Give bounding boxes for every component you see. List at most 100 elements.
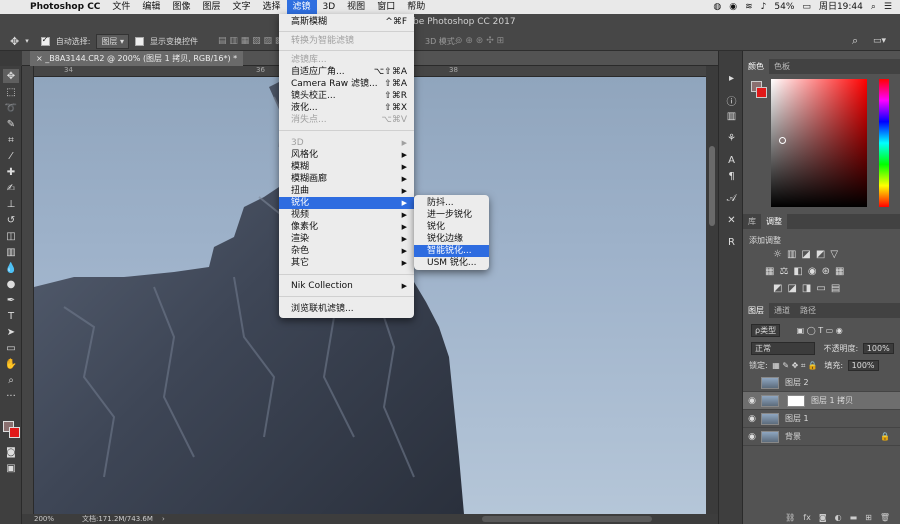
history-brush-tool-icon[interactable]: ↺ — [3, 213, 19, 227]
move-tool-icon[interactable]: ✥ — [3, 69, 19, 83]
rectangle-tool-icon[interactable]: ▭ — [3, 341, 19, 355]
layer-row[interactable]: ◉ 背景 🔒 — [743, 428, 900, 446]
menu-item-camera-raw[interactable]: Camera Raw 滤镜... ⇧⌘A — [279, 78, 414, 90]
color-field[interactable] — [771, 79, 867, 207]
menu-3d[interactable]: 3D — [317, 0, 342, 14]
fill-input[interactable]: 100% — [847, 360, 879, 371]
actions-panel-icon[interactable]: R — [724, 235, 739, 249]
submenu-item-sharpen-edges[interactable]: 锐化边缘 — [414, 233, 489, 245]
menu-item-distort[interactable]: 扭曲 ▶ — [279, 185, 414, 197]
pen-tool-icon[interactable]: ✒ — [3, 293, 19, 307]
opacity-input[interactable]: 100% — [862, 343, 894, 354]
folder-icon[interactable]: ▬ — [850, 513, 858, 522]
eyedropper-tool-icon[interactable]: ⁄ — [3, 149, 19, 163]
tool-presets-icon[interactable]: ✕ — [724, 213, 739, 227]
layer-row[interactable]: ◉ 图层 1 — [743, 410, 900, 428]
crop-tool-icon[interactable]: ⌗ — [3, 133, 19, 147]
menu-item-nik-collection[interactable]: Nik Collection ▶ — [279, 280, 414, 292]
brush-tool-icon[interactable]: ✍ — [3, 181, 19, 195]
submenu-item-unsharp-mask[interactable]: USM 锐化... — [414, 257, 489, 269]
align-icons[interactable]: ▤ ▥ ▦ ▧ ▨ ▩ — [218, 36, 283, 46]
trash-icon[interactable]: 🗑 — [880, 513, 890, 522]
history-panel-icon[interactable]: ▸ — [724, 71, 739, 85]
submenu-item-sharpen-more[interactable]: 进一步锐化 — [414, 209, 489, 221]
menu-item-video[interactable]: 视频 ▶ — [279, 209, 414, 221]
menu-item-liquify[interactable]: 液化... ⇧⌘X — [279, 102, 414, 114]
tool-preset-dropdown-icon[interactable]: ▾ — [25, 37, 29, 45]
layer-name[interactable]: 图层 1 拷贝 — [811, 395, 853, 406]
menu-item-render[interactable]: 渲染 ▶ — [279, 233, 414, 245]
exposure-icon[interactable]: ◩ — [816, 249, 825, 260]
path-select-tool-icon[interactable]: ➤ — [3, 325, 19, 339]
tab-swatches[interactable]: 色板 — [769, 59, 795, 74]
move-tool-icon[interactable]: ✥ — [10, 35, 19, 48]
posterize-icon[interactable]: ◪ — [787, 283, 796, 294]
brush-panel-icon[interactable]: ▥ — [724, 109, 739, 123]
color-picker-handle[interactable] — [779, 137, 786, 144]
volume-icon[interactable]: ♪ — [761, 0, 767, 14]
clone-source-icon[interactable]: ⚘ — [724, 131, 739, 145]
close-icon[interactable]: × — [36, 54, 43, 63]
adjustment-icon[interactable]: ◐ — [835, 513, 842, 522]
layer-mask-thumbnail[interactable] — [787, 394, 805, 407]
menu-item-adaptive-wide-angle[interactable]: 自适应广角... ⌥⇧⌘A — [279, 66, 414, 78]
tab-channels[interactable]: 通道 — [769, 303, 795, 318]
new-layer-icon[interactable]: ⊞ — [865, 513, 872, 522]
menu-edit[interactable]: 编辑 — [136, 0, 166, 14]
search-icon[interactable]: ⌕ — [852, 34, 858, 48]
search-icon[interactable]: ⌕ — [871, 0, 876, 14]
menu-item-stylize[interactable]: 风格化 ▶ — [279, 149, 414, 161]
layer-filter[interactable]: ρ类型 ▣ ◯ T ▭ ◉ — [749, 324, 843, 337]
wifi-icon[interactable]: ≋ — [745, 0, 753, 14]
vibrance-icon[interactable]: ▽ — [830, 249, 838, 260]
clone-stamp-tool-icon[interactable]: ⊥ — [3, 197, 19, 211]
app-status-icon[interactable]: ◉ — [729, 0, 737, 14]
tab-color[interactable]: 颜色 — [743, 59, 769, 74]
lock-icons[interactable]: ▦ ✎ ✥ ⌗ 🔒 — [772, 361, 818, 370]
3d-mode-icons[interactable]: ⊚ ⊕ ⊛ ✣ ⊞ — [455, 36, 504, 46]
mask-icon[interactable]: ◙ — [819, 513, 827, 522]
background-color-swatch[interactable] — [9, 427, 20, 438]
paragraph-panel-icon[interactable]: ¶ — [724, 169, 739, 183]
eye-icon[interactable]: ◉ — [743, 432, 761, 442]
menu-item-browse-filters-online[interactable]: 浏览联机滤镜... — [279, 303, 414, 315]
eraser-tool-icon[interactable]: ◫ — [3, 229, 19, 243]
properties-panel-icon[interactable]: ⓘ — [724, 93, 739, 108]
hand-tool-icon[interactable]: ✋ — [3, 357, 19, 371]
show-transform-checkbox[interactable] — [135, 36, 144, 46]
threshold-icon[interactable]: ◨ — [802, 283, 811, 294]
brightness-icon[interactable]: ☼ — [773, 249, 782, 260]
battery-icon[interactable]: ▭ — [802, 0, 811, 14]
document-tab[interactable]: × _B8A3144.CR2 @ 200% (图层 1 拷贝, RGB/16*)… — [30, 51, 244, 66]
dodge-tool-icon[interactable]: ● — [3, 277, 19, 291]
color-balance-icon[interactable]: ⚖ — [779, 266, 788, 277]
zoom-tool-icon[interactable]: ⌕ — [3, 373, 19, 387]
menu-image[interactable]: 图像 — [166, 0, 196, 14]
menu-filter[interactable]: 滤镜 — [286, 0, 317, 14]
eye-icon[interactable]: ◉ — [743, 396, 761, 406]
clock[interactable]: 周日19:44 — [819, 0, 863, 14]
quick-mask-icon[interactable]: ◙ — [3, 445, 19, 459]
gradient-tool-icon[interactable]: ▥ — [3, 245, 19, 259]
quick-select-tool-icon[interactable]: ✎ — [3, 117, 19, 131]
workspace-icon[interactable]: ▭▾ — [873, 36, 886, 46]
menu-item-blur[interactable]: 模糊 ▶ — [279, 161, 414, 173]
vertical-scrollbar[interactable] — [706, 66, 718, 514]
tab-layers[interactable]: 图层 — [743, 303, 769, 318]
hue-saturation-icon[interactable]: ▦ — [765, 266, 774, 277]
menu-list-icon[interactable]: ☰ — [884, 0, 892, 14]
menu-item-noise[interactable]: 杂色 ▶ — [279, 245, 414, 257]
submenu-item-sharpen[interactable]: 锐化 — [414, 221, 489, 233]
levels-icon[interactable]: ▥ — [787, 249, 796, 260]
layer-name[interactable]: 图层 2 — [785, 377, 809, 388]
layer-filter-kind[interactable]: ρ类型 — [751, 324, 781, 337]
fx-icon[interactable]: fx — [803, 513, 811, 522]
submenu-item-smart-sharpen[interactable]: 智能锐化... — [414, 245, 489, 257]
layer-filter-icons[interactable]: ▣ ◯ T ▭ ◉ — [797, 326, 843, 335]
layer-name[interactable]: 背景 — [785, 431, 801, 442]
type-tool-icon[interactable]: T — [3, 309, 19, 323]
healing-tool-icon[interactable]: ✚ — [3, 165, 19, 179]
channel-mixer-icon[interactable]: ⊛ — [822, 266, 830, 277]
tab-libraries[interactable]: 库 — [743, 214, 761, 229]
menu-window[interactable]: 窗口 — [371, 0, 401, 14]
